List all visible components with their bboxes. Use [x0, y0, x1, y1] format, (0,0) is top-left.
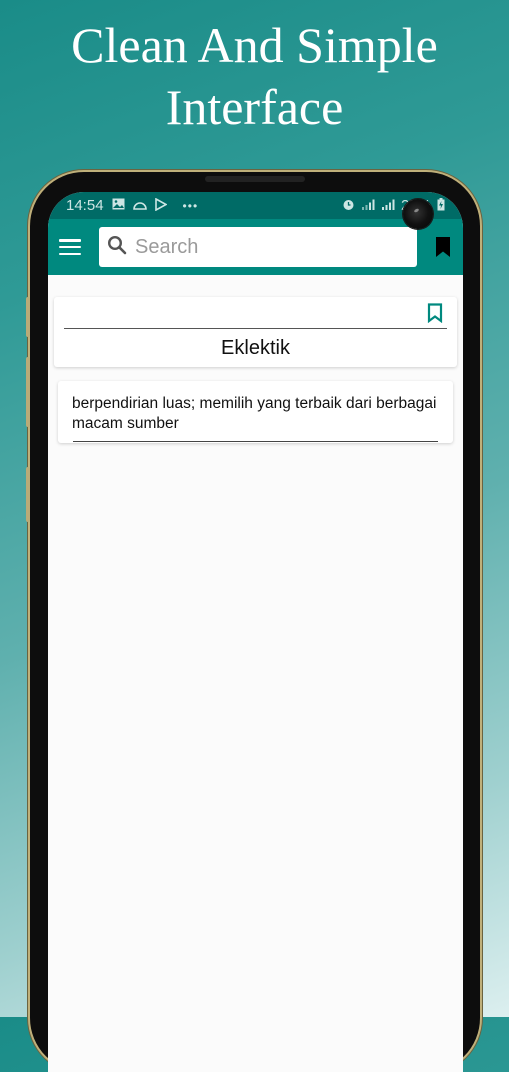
search-input[interactable]	[133, 234, 397, 260]
phone-speaker	[205, 176, 305, 182]
cloud-icon	[132, 199, 147, 213]
image-icon	[112, 198, 125, 213]
phone-frame: 14:54 ••• Search Eklektik berpendirian l…	[26, 172, 480, 1072]
status-bar: 14:54 •••	[48, 192, 463, 219]
signal-icon	[381, 199, 395, 213]
phone-side-button	[26, 467, 30, 522]
hamburger-menu-icon[interactable]	[59, 239, 81, 255]
more-dots-icon: •••	[182, 198, 199, 213]
front-camera	[403, 199, 433, 229]
phone-side-button	[26, 357, 30, 427]
content-area: Eklektik berpendirian luas; memilih yang…	[48, 275, 463, 443]
word-title: Eklektik	[221, 337, 290, 359]
phone-side-button	[26, 297, 30, 337]
alarm-icon	[342, 198, 355, 214]
definition-text: berpendirian luas; memilih yang terbaik …	[72, 395, 437, 432]
battery-charging-icon	[437, 197, 445, 214]
promo-headline-line1: Clean And Simple	[71, 17, 438, 73]
status-time: 14:54	[66, 197, 104, 214]
search-icon	[107, 235, 127, 260]
signal-icon	[361, 199, 375, 213]
divider	[73, 441, 438, 442]
definition-card: berpendirian luas; memilih yang terbaik …	[58, 381, 453, 443]
promo-headline: Clean And Simple Interface	[0, 14, 509, 138]
search-bar[interactable]	[99, 227, 417, 267]
promo-headline-line2: Interface	[165, 79, 344, 135]
bookmark-outline-icon[interactable]	[427, 303, 443, 328]
phone-screen: 14:54 ••• Search Eklektik berpendirian l…	[48, 192, 463, 1072]
word-card: Eklektik	[54, 297, 457, 367]
bookmark-filled-icon[interactable]	[435, 237, 451, 262]
divider	[64, 328, 447, 329]
app-bar	[48, 199, 463, 275]
play-store-icon	[154, 197, 168, 214]
